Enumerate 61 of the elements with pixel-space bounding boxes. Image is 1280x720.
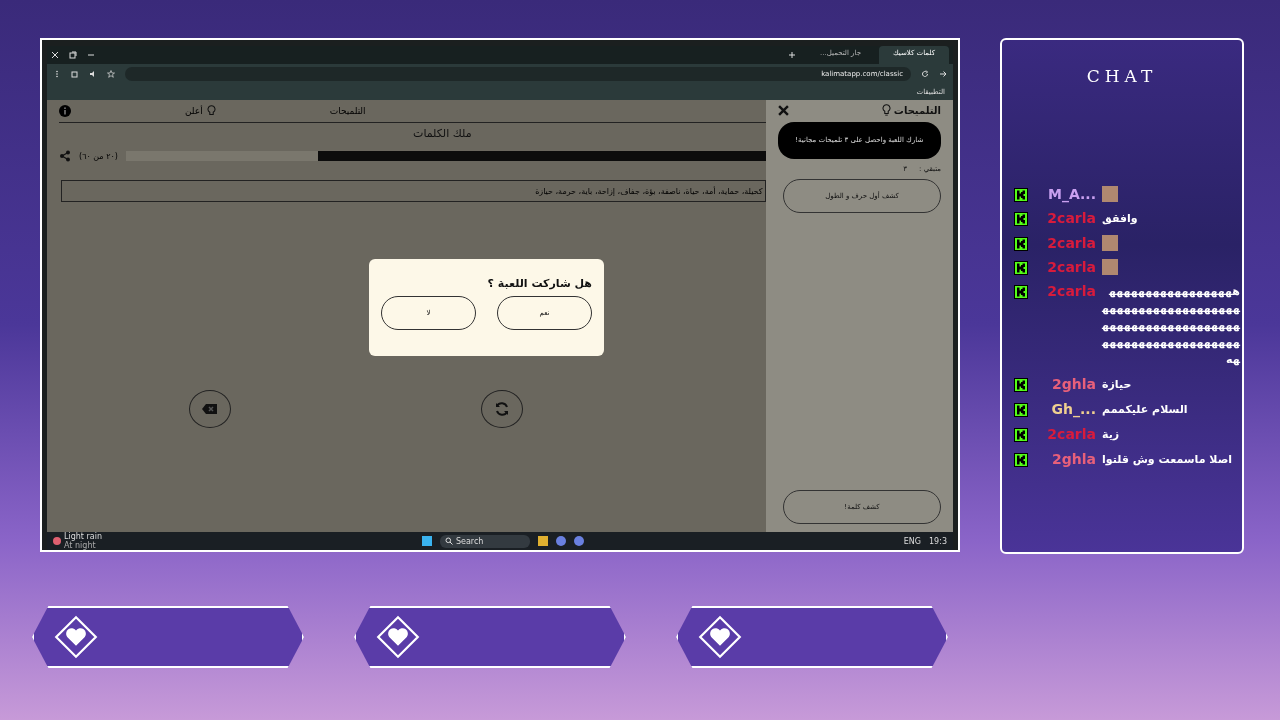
puzzle-icon[interactable]: [71, 70, 79, 78]
hints-title: التلميحات: [893, 104, 941, 116]
platform-badge-icon: [1014, 403, 1028, 417]
platform-badge-icon: [1014, 453, 1028, 467]
close-icon[interactable]: [777, 104, 789, 116]
chat-message: زية: [1102, 427, 1120, 443]
search-icon: [444, 537, 453, 545]
chat-message: اصلا ماسمعت وش قلتوا: [1102, 452, 1233, 468]
delete-icon: [202, 403, 218, 415]
app-icon[interactable]: [555, 536, 566, 546]
chat-message: ههههههههههههههههههههههههههههههههههههههههههههههههههههههههههههههههههههههههههههه: [1102, 284, 1240, 368]
weather-sublabel: At night: [64, 541, 97, 550]
language-indicator[interactable]: ENG: [903, 536, 922, 546]
chat-username: 2carla: [1046, 235, 1096, 251]
chat-message: حيازة: [1102, 377, 1132, 393]
word-list: كحيلة، حماية، أمة، حياة، ناصفة، بؤة، جفاف، إزاحة، باية، حرمة، حيازة: [61, 180, 766, 202]
info-icon[interactable]: [59, 105, 71, 117]
nav-link[interactable]: أعلن: [185, 106, 203, 116]
chat-username: 2carla: [1046, 426, 1096, 442]
platform-badge-icon: [1014, 285, 1028, 299]
weather-label: Light rain: [64, 532, 102, 541]
platform-badge-icon: [1014, 188, 1028, 202]
arrow-icon[interactable]: [939, 70, 947, 78]
heart-icon: [698, 615, 742, 659]
search-field[interactable]: Search: [439, 534, 530, 548]
emote-image: [1102, 259, 1118, 275]
chat-username: 2ghla: [1051, 376, 1096, 392]
platform-badge-icon: [1014, 212, 1028, 226]
platform-badge-icon: [1014, 261, 1028, 275]
game-title: ملك الكلمات: [413, 127, 472, 140]
speaker-icon[interactable]: [89, 70, 97, 78]
clock[interactable]: 19:3: [929, 536, 947, 546]
dialog-question: هل شاركت اللعبة ؟: [486, 277, 592, 290]
chat-username: 2carla: [1046, 283, 1096, 299]
platform-badge-icon: [1014, 378, 1028, 392]
chat-message: السلام عليكممم: [1102, 402, 1188, 418]
chat-username: Gh_...: [1050, 401, 1096, 417]
chat-message: وافقق: [1102, 211, 1138, 227]
chat-username: M_A...: [1047, 186, 1096, 202]
minimize-icon[interactable]: [87, 51, 95, 59]
plus-icon[interactable]: [788, 51, 797, 59]
chat-username: 2ghla: [1051, 451, 1096, 467]
lightbulb-icon: [881, 104, 891, 116]
menu-icon[interactable]: [53, 70, 61, 78]
share-icon[interactable]: [59, 150, 71, 162]
progress-label: (٢٠ من ٦٠): [79, 151, 118, 161]
chat-username: 2carla: [1046, 259, 1096, 275]
platform-badge-icon: [1014, 237, 1028, 251]
refresh-icon: [494, 401, 510, 417]
restore-icon[interactable]: [69, 51, 77, 59]
nav-link[interactable]: التلميحات: [329, 106, 366, 116]
chat-username: 2carla: [1046, 210, 1096, 226]
reload-icon[interactable]: [921, 70, 929, 78]
emote-image: [1102, 235, 1118, 251]
lightbulb-icon: [206, 105, 216, 117]
heart-icon: [54, 615, 98, 659]
platform-badge-icon: [1014, 428, 1028, 442]
emote-image: [1102, 186, 1118, 202]
chat-title: CHAT: [1085, 66, 1159, 86]
star-icon[interactable]: [107, 70, 115, 78]
heart-icon: [376, 615, 420, 659]
